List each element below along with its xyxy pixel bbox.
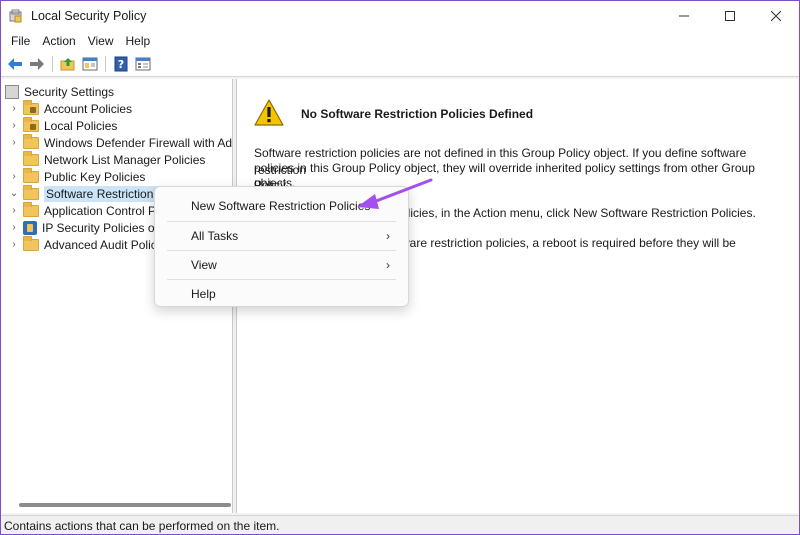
show-hide-tree-icon [82, 57, 98, 70]
tree-item-application-control-policies[interactable]: › Application Control Po [9, 201, 163, 219]
tree-item-local-policies[interactable]: › Local Policies [9, 116, 118, 134]
menu-action[interactable]: Action [36, 34, 81, 48]
message-paragraph-line: ware restriction policies, a reboot is r… [401, 236, 736, 250]
menu-separator [167, 250, 396, 251]
tree-item-windows-defender-firewall[interactable]: › Windows Defender Firewall with Advar [9, 133, 233, 151]
tree-item-label: Public Key Policies [44, 169, 146, 184]
tree-root-security-settings[interactable]: Security Settings [5, 83, 114, 100]
menu-file[interactable]: File [5, 34, 36, 48]
maximize-icon [725, 11, 735, 21]
tree-item-label: Local Policies [44, 118, 118, 133]
show-hide-tree-button[interactable] [79, 53, 101, 75]
maximize-button[interactable] [707, 1, 753, 31]
tree-item-label: Security Settings [24, 84, 115, 99]
message-heading: No Software Restriction Policies Defined [301, 107, 534, 121]
menu-bar: File Action View Help [1, 31, 799, 51]
folder-icon [23, 150, 39, 166]
close-icon [771, 11, 781, 21]
warning-icon [254, 99, 284, 126]
back-button[interactable] [4, 53, 26, 75]
menu-help[interactable]: Help [120, 34, 157, 48]
ipsec-icon [23, 220, 37, 235]
tree-item-ip-security-policies[interactable]: › IP Security Policies on I [9, 219, 168, 236]
menu-view[interactable]: View [82, 34, 120, 48]
help-icon: ? [114, 56, 128, 71]
context-menu: New Software Restriction Policies All Ta… [154, 186, 409, 307]
tree-item-account-policies[interactable]: › Account Policies [9, 99, 133, 117]
chevron-right-icon[interactable]: › [9, 137, 19, 148]
chevron-right-icon[interactable]: › [9, 171, 19, 182]
toolbar: ? [1, 51, 799, 77]
chevron-right-icon[interactable]: › [9, 103, 19, 114]
tree-item-label: Network List Manager Policies [44, 152, 206, 167]
chevron-right-icon[interactable]: › [9, 120, 19, 131]
minimize-icon [679, 15, 689, 17]
properties-button[interactable] [132, 53, 154, 75]
chevron-right-icon[interactable]: › [9, 205, 19, 216]
svg-text:?: ? [118, 58, 124, 71]
window-title: Local Security Policy [31, 9, 147, 23]
chevron-right-icon[interactable]: › [9, 222, 19, 233]
tree-item-label: Account Policies [44, 101, 133, 116]
up-one-level-button[interactable] [57, 53, 79, 75]
horizontal-scrollbar[interactable] [19, 503, 231, 507]
up-folder-icon [60, 57, 75, 70]
folder-icon [23, 133, 39, 149]
security-policy-icon [9, 9, 23, 23]
menu-separator [167, 279, 396, 280]
forward-button[interactable] [26, 53, 48, 75]
menu-item-label: View [191, 258, 217, 272]
chevron-down-icon[interactable]: ⌄ [9, 188, 19, 199]
menu-item-new-software-restriction-policies[interactable]: New Software Restriction Policies [159, 193, 404, 219]
menu-item-label: New Software Restriction Policies [191, 199, 371, 213]
folder-icon [23, 235, 39, 251]
menu-item-label: Help [191, 287, 216, 301]
toolbar-separator [105, 55, 106, 72]
message-paragraph-line: olicies, in the Action menu, click New S… [401, 206, 756, 220]
folder-lock-icon [23, 99, 39, 115]
status-bar: Contains actions that can be performed o… [1, 515, 799, 534]
folder-icon [23, 167, 39, 183]
menu-item-label: All Tasks [191, 229, 239, 243]
menu-item-help[interactable]: Help [159, 281, 404, 307]
title-bar: Local Security Policy [1, 1, 799, 31]
folder-icon [23, 201, 39, 217]
minimize-button[interactable] [661, 1, 707, 31]
toolbar-separator [52, 55, 53, 72]
menu-item-all-tasks[interactable]: All Tasks › [159, 223, 404, 249]
tree-item-label: Advanced Audit Policy [44, 237, 163, 252]
back-icon [8, 57, 22, 70]
chevron-right-icon[interactable]: › [9, 239, 19, 250]
menu-separator [167, 221, 396, 222]
tree-item-public-key-policies[interactable]: › Public Key Policies [9, 167, 146, 185]
chevron-right-icon: › [386, 229, 390, 243]
close-button[interactable] [753, 1, 799, 31]
tree-item-network-list-manager[interactable]: Network List Manager Policies [9, 150, 206, 168]
security-settings-icon [5, 84, 19, 99]
tree-item-label: IP Security Policies on I [42, 220, 168, 235]
window-controls [661, 1, 799, 31]
tree-item-label: Application Control Po [44, 203, 163, 218]
help-button[interactable]: ? [110, 53, 132, 75]
folder-lock-icon [23, 116, 39, 132]
properties-icon [135, 57, 151, 70]
folder-icon [23, 184, 39, 200]
menu-item-view[interactable]: View › [159, 252, 404, 278]
tree-item-advanced-audit-policy[interactable]: › Advanced Audit Policy [9, 235, 163, 253]
chevron-right-icon: › [386, 258, 390, 272]
tree-item-label: Windows Defender Firewall with Advar [44, 135, 233, 150]
forward-icon [30, 57, 44, 70]
status-text: Contains actions that can be performed o… [4, 519, 280, 533]
app-window: Local Security Policy File Action View H… [0, 0, 800, 535]
